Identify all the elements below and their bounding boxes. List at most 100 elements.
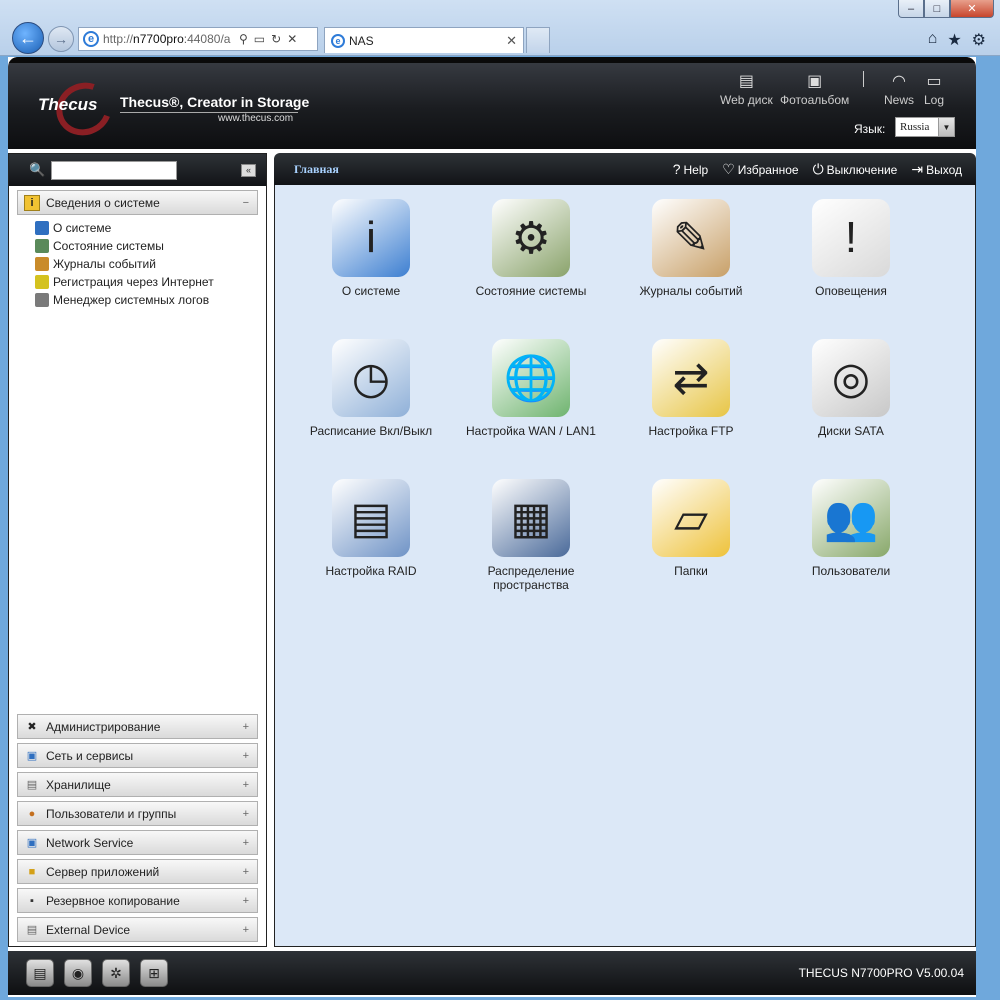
footer: ▤ ◉ ✲ ⊞ THECUS N7700PRO V5.00.04 bbox=[8, 951, 976, 995]
address-text[interactable]: http://n7700pro:44080/a bbox=[103, 32, 233, 46]
tile-label: Журналы событий bbox=[639, 284, 743, 298]
power-icon: ⏻ bbox=[812, 160, 824, 177]
fan-icon[interactable]: ✲ bbox=[102, 959, 130, 987]
tools-icon: ✖ bbox=[27, 721, 37, 733]
tab-title: NAS bbox=[349, 33, 374, 48]
tile-ftp[interactable]: ⇄ Настройка FTP bbox=[621, 339, 761, 459]
close-button[interactable]: ✕ bbox=[950, 0, 994, 18]
expand-icon[interactable]: + bbox=[243, 779, 249, 791]
logout-button[interactable]: ⇥ Выход bbox=[911, 161, 962, 178]
app-server-icon: ■ bbox=[28, 865, 36, 878]
header: Thecus Thecus®, Creator in Storage www.t… bbox=[8, 57, 976, 149]
new-tab-button[interactable] bbox=[526, 27, 550, 53]
language-select[interactable]: Russia ▼ bbox=[895, 117, 955, 137]
expand-icon[interactable]: + bbox=[243, 721, 249, 733]
sidebar-item-syslog[interactable]: Менеджер системных логов bbox=[35, 291, 266, 309]
users-tile-icon: 👥 bbox=[812, 479, 890, 557]
chevron-down-icon[interactable]: ▼ bbox=[938, 118, 954, 136]
web-disk-link[interactable]: ▤ Web диск bbox=[720, 71, 773, 107]
expand-icon[interactable]: + bbox=[243, 924, 249, 936]
search-icon: 🔍 bbox=[29, 162, 46, 177]
tile-notification[interactable]: ! Оповещения bbox=[781, 199, 921, 319]
tile-label: Диски SATA bbox=[818, 424, 884, 438]
expand-icon[interactable]: + bbox=[243, 837, 249, 849]
tile-wan-lan[interactable]: 🌐 Настройка WAN / LAN1 bbox=[461, 339, 601, 459]
tile-label: Распределение пространства bbox=[487, 564, 575, 592]
sidebar-item-logs[interactable]: Журналы событий bbox=[35, 255, 266, 273]
tile-sata-disks[interactable]: ◎ Диски SATA bbox=[781, 339, 921, 459]
tile-label: Настройка RAID bbox=[325, 564, 417, 578]
tab-nas[interactable]: e NAS ✕ bbox=[324, 27, 524, 53]
network-service-icon: ▣ bbox=[26, 837, 38, 849]
help-button[interactable]: ? Help bbox=[673, 161, 708, 178]
sidebar-section-app-server[interactable]: ■ Сервер приложений + bbox=[17, 859, 258, 884]
network-tree-icon[interactable]: ⊞ bbox=[140, 959, 168, 987]
info-icon: i bbox=[24, 194, 40, 211]
search-icon[interactable]: ⚲ bbox=[239, 32, 248, 46]
gear-icon[interactable]: ⚙ bbox=[972, 30, 986, 50]
network-icon: ▣ bbox=[26, 750, 38, 762]
tile-schedule[interactable]: ◷ Расписание Вкл/Выкл bbox=[301, 339, 441, 459]
tile-about-system[interactable]: i О системе bbox=[301, 199, 441, 319]
syslog-icon bbox=[35, 293, 49, 307]
sidebar-section-backup[interactable]: ▪ Резервное копирование + bbox=[17, 888, 258, 913]
version-label: THECUS N7700PRO V5.00.04 bbox=[798, 966, 964, 980]
logout-icon: ⇥ bbox=[911, 160, 924, 177]
expand-icon[interactable]: + bbox=[243, 750, 249, 762]
favorites-icon: ♡ bbox=[722, 160, 735, 177]
expand-icon[interactable]: + bbox=[243, 808, 249, 820]
external-device-icon: ▤ bbox=[26, 924, 38, 936]
tile-system-status[interactable]: ⚙ Состояние системы bbox=[461, 199, 601, 319]
favorites-button[interactable]: ♡ Избранное bbox=[722, 161, 798, 178]
ie-tab-icon: e bbox=[331, 33, 345, 48]
tagline: Thecus®, Creator in Storage bbox=[120, 94, 310, 110]
address-bar[interactable]: e http://n7700pro:44080/a ⚲ ▭ ↻ ✕ bbox=[78, 27, 318, 51]
schedule-icon: ◷ bbox=[332, 339, 410, 417]
maximize-button[interactable]: □ bbox=[924, 0, 950, 18]
photo-album-link[interactable]: ▣ Фотоальбом bbox=[780, 71, 849, 107]
stop-icon[interactable]: ✕ bbox=[287, 32, 297, 46]
sidebar-section-network[interactable]: ▣ Сеть и сервисы + bbox=[17, 743, 258, 768]
tile-label: Оповещения bbox=[815, 284, 887, 298]
expand-icon[interactable]: + bbox=[243, 866, 249, 878]
tile-space-allocation[interactable]: ▦ Распределение пространства bbox=[461, 479, 601, 599]
sidebar-section-users[interactable]: ● Пользователи и группы + bbox=[17, 801, 258, 826]
sidebar-item-about[interactable]: О системе bbox=[35, 219, 266, 237]
sidebar-section-system-info[interactable]: i Сведения о системе − bbox=[17, 190, 258, 215]
language-label: Язык: bbox=[854, 122, 886, 136]
forward-button[interactable]: → bbox=[48, 26, 74, 52]
tile-folders[interactable]: ▱ Папки bbox=[621, 479, 761, 599]
shutdown-button[interactable]: ⏻ Выключение bbox=[813, 161, 898, 178]
sidebar-section-storage[interactable]: ▤ Хранилище + bbox=[17, 772, 258, 797]
sidebar-search-input[interactable] bbox=[51, 160, 177, 180]
tile-event-log[interactable]: ✎ Журналы событий bbox=[621, 199, 761, 319]
server-icon[interactable]: ▤ bbox=[26, 959, 54, 987]
expand-icon[interactable]: + bbox=[243, 895, 249, 907]
sidebar-section-network-service[interactable]: ▣ Network Service + bbox=[17, 830, 258, 855]
tile-label: Настройка WAN / LAN1 bbox=[466, 424, 596, 438]
photo-album-icon: ▣ bbox=[807, 73, 823, 90]
collapse-section-icon[interactable]: − bbox=[243, 197, 249, 209]
news-link[interactable]: ◠ News bbox=[884, 71, 914, 107]
star-icon[interactable]: ★ bbox=[947, 30, 961, 50]
notification-icon: ! bbox=[812, 199, 890, 277]
tile-label: О системе bbox=[341, 284, 401, 298]
refresh-icon[interactable]: ↻ bbox=[271, 32, 281, 46]
sidebar-item-registration[interactable]: Регистрация через Интернет bbox=[35, 273, 266, 291]
tile-users-tile[interactable]: 👥 Пользователи bbox=[781, 479, 921, 599]
collapse-icon[interactable]: « bbox=[241, 163, 256, 177]
minimize-button[interactable]: – bbox=[898, 0, 924, 18]
home-icon[interactable]: ⌂ bbox=[928, 30, 938, 50]
sidebar-item-status[interactable]: Состояние системы bbox=[35, 237, 266, 255]
compat-icon[interactable]: ▭ bbox=[254, 32, 265, 46]
log-link[interactable]: ▭ Log bbox=[924, 71, 944, 107]
tab-close-icon[interactable]: ✕ bbox=[506, 33, 517, 49]
disk-icon[interactable]: ◉ bbox=[64, 959, 92, 987]
back-button[interactable]: ← bbox=[12, 22, 44, 54]
tile-raid[interactable]: ▤ Настройка RAID bbox=[301, 479, 441, 599]
users-icon: ● bbox=[28, 807, 36, 820]
sidebar-section-admin[interactable]: ✖ Администрирование + bbox=[17, 714, 258, 739]
main-toolbar: Главная ? Help ♡ Избранное ⏻ Выключение ⇥ Вы… bbox=[274, 153, 976, 185]
logs-icon bbox=[35, 257, 49, 271]
sidebar-section-external-device[interactable]: ▤ External Device + bbox=[17, 917, 258, 942]
